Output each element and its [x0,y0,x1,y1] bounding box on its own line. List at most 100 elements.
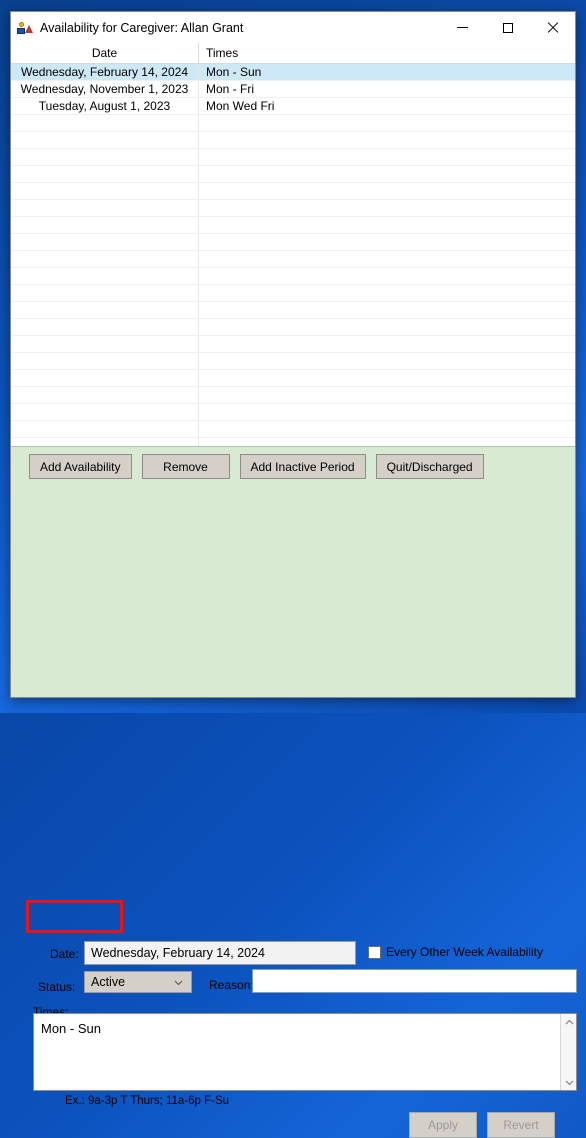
desktop-background: Availability for Caregiver: Allan Grant … [0,0,586,713]
cell-times [199,251,575,267]
every-other-week-checkbox[interactable]: Every Other Week Availability [368,945,543,959]
times-textarea[interactable]: Mon - Sun [33,1013,577,1091]
reason-input[interactable] [252,969,577,993]
caregiver-contacts-icon [17,20,33,36]
cell-date [11,217,199,233]
table-row-empty[interactable] [11,268,575,285]
table-row-empty[interactable] [11,166,575,183]
cell-date: Wednesday, February 14, 2024 [11,64,199,80]
cell-date [11,268,199,284]
cell-times [199,302,575,318]
add-inactive-period-button[interactable]: Add Inactive Period [240,454,366,479]
table-row-empty[interactable] [11,319,575,336]
cell-times [199,421,575,437]
availability-window: Availability for Caregiver: Allan Grant … [10,11,576,698]
cell-times [199,166,575,182]
cell-date [11,149,199,165]
cell-date [11,387,199,403]
date-label: Date: [50,947,79,961]
table-row-empty[interactable] [11,438,575,447]
maximize-button[interactable] [485,12,530,43]
cell-date [11,183,199,199]
title-bar: Availability for Caregiver: Allan Grant [11,12,575,43]
cell-times [199,200,575,216]
cell-times: Mon - Sun [199,64,575,80]
cell-times [199,353,575,369]
column-header-times[interactable]: Times [199,43,575,63]
checkbox-box [368,946,381,959]
table-row[interactable]: Wednesday, February 14, 2024Mon - Sun [11,64,575,81]
table-row-empty[interactable] [11,183,575,200]
cell-times [199,404,575,420]
cell-times [199,132,575,148]
footer-button-row: Apply Revert [409,1112,555,1138]
cell-times: Mon - Fri [199,81,575,97]
table-row-empty[interactable] [11,353,575,370]
table-row-empty[interactable] [11,370,575,387]
cell-date [11,251,199,267]
remove-button[interactable]: Remove [142,454,230,479]
table-row-empty[interactable] [11,132,575,149]
cell-times [199,234,575,250]
cell-date [11,285,199,301]
table-row-empty[interactable] [11,200,575,217]
action-button-row: Add Availability Remove Add Inactive Per… [29,454,484,479]
add-availability-button[interactable]: Add Availability [29,454,132,479]
close-button[interactable] [530,12,575,43]
table-row-empty[interactable] [11,217,575,234]
cell-times [199,387,575,403]
cell-times [199,183,575,199]
cell-date [11,353,199,369]
cell-times [199,336,575,352]
revert-button[interactable]: Revert [487,1112,555,1138]
cell-date [11,421,199,437]
table-row[interactable]: Tuesday, August 1, 2023Mon Wed Fri [11,98,575,115]
window-controls [440,12,575,43]
column-header-date[interactable]: Date [11,43,199,63]
list-rows: Wednesday, February 14, 2024Mon - SunWed… [11,64,575,447]
cell-date [11,200,199,216]
times-scrollbar[interactable] [560,1014,576,1090]
cell-date [11,370,199,386]
cell-date [11,234,199,250]
status-label: Status: [38,980,75,994]
cell-times [199,149,575,165]
cell-date [11,132,199,148]
table-row-empty[interactable] [11,234,575,251]
minimize-button[interactable] [440,12,485,43]
scroll-down-icon[interactable] [561,1074,577,1090]
cell-times [199,115,575,131]
table-row-empty[interactable] [11,115,575,132]
cell-times [199,319,575,335]
editor-panel: Add Availability Remove Add Inactive Per… [11,447,575,697]
cell-date [11,302,199,318]
cell-date [11,319,199,335]
cell-times [199,285,575,301]
availability-list[interactable]: Date Times Wednesday, February 14, 2024M… [11,43,575,447]
table-row-empty[interactable] [11,251,575,268]
table-row-empty[interactable] [11,149,575,166]
cell-date [11,166,199,182]
quit-discharged-button[interactable]: Quit/Discharged [376,454,484,479]
highlight-annotation [26,900,123,933]
minimize-icon [457,27,468,28]
table-row-empty[interactable] [11,404,575,421]
times-format-hint: Ex.: 9a-3p T Thurs; 11a-6p F-Su [65,1095,229,1107]
date-input[interactable]: Wednesday, February 14, 2024 [84,941,356,965]
cell-times [199,370,575,386]
scroll-up-icon[interactable] [561,1014,577,1030]
table-row-empty[interactable] [11,387,575,404]
table-row-empty[interactable] [11,285,575,302]
table-row-empty[interactable] [11,421,575,438]
cell-times: Mon Wed Fri [199,98,575,114]
cell-date [11,115,199,131]
every-other-week-label: Every Other Week Availability [386,945,543,959]
apply-button[interactable]: Apply [409,1112,477,1138]
status-selected-value: Active [91,975,125,989]
chevron-down-icon [174,978,183,987]
status-select[interactable]: Active [84,971,192,993]
list-header: Date Times [11,43,575,64]
table-row[interactable]: Wednesday, November 1, 2023Mon - Fri [11,81,575,98]
table-row-empty[interactable] [11,336,575,353]
table-row-empty[interactable] [11,302,575,319]
